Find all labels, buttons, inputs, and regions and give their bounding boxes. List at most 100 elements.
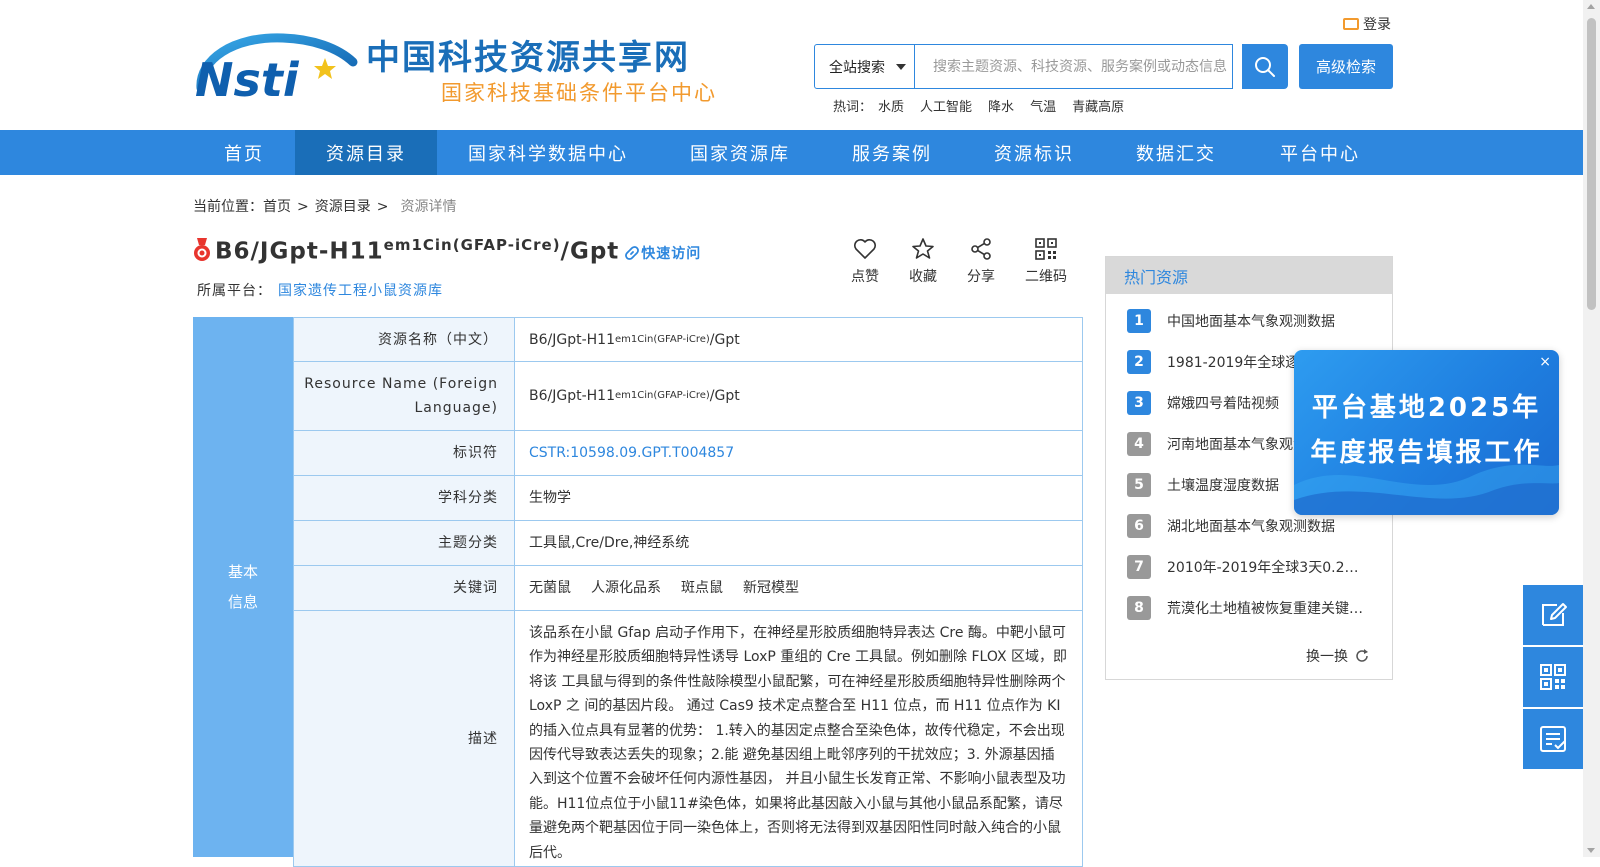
- page-scrollbar[interactable]: [1583, 0, 1600, 857]
- search-input[interactable]: [915, 45, 1232, 88]
- resource-actions: 点赞 收藏 分享 二维码: [836, 236, 1082, 286]
- table-row: 资源名称（中文） B6/JGpt-H11 em1Cin(GFAP-iCre)/Gp…: [294, 317, 1082, 362]
- nav-item-resource-bank[interactable]: 国家资源库: [659, 130, 821, 175]
- refresh-label: 换一换: [1306, 649, 1348, 665]
- hot-resource-name: 2010年-2019年全球3天0.25°…: [1167, 560, 1367, 576]
- login-label: 登录: [1363, 17, 1391, 33]
- keyword-tag[interactable]: 斑点鼠: [681, 576, 723, 600]
- hot-word-link[interactable]: 青藏高原: [1072, 96, 1124, 115]
- hot-resource-item[interactable]: 8 荒漠化土地植被恢复重建关键…: [1127, 596, 1367, 620]
- feedback-tool-button[interactable]: [1523, 585, 1583, 645]
- platform-info: 所属平台： 国家遗传工程小鼠资源库: [197, 280, 443, 300]
- nav-item-resource-identifier[interactable]: 资源标识: [963, 130, 1105, 175]
- login-link[interactable]: 登录: [1343, 14, 1391, 34]
- like-button[interactable]: 点赞: [836, 236, 894, 286]
- keyword-tag[interactable]: 人源化品系: [591, 576, 661, 600]
- nav-item-science-data-center[interactable]: 国家科学数据中心: [437, 130, 659, 175]
- hot-resource-item[interactable]: 7 2010年-2019年全球3天0.25°…: [1127, 555, 1367, 579]
- medal-icon: [194, 238, 210, 262]
- table-row: 学科分类 生物学: [294, 476, 1082, 521]
- identifier-link[interactable]: CSTR:10598.09.GPT.T004857: [514, 431, 1082, 475]
- rank-badge: 1: [1127, 309, 1151, 333]
- quick-access-link[interactable]: 快速访问: [625, 243, 701, 263]
- rank-badge: 4: [1127, 432, 1151, 456]
- hot-word-link[interactable]: 人工智能: [920, 96, 972, 115]
- announcement-line: 年度报告填报工作: [1310, 438, 1543, 468]
- breadcrumb-prefix: 当前位置：: [193, 199, 263, 215]
- nav-item-home[interactable]: 首页: [193, 130, 295, 175]
- nav-item-data-submission[interactable]: 数据汇交: [1105, 130, 1247, 175]
- hot-resource-name: 荒漠化土地植被恢复重建关键…: [1167, 601, 1363, 617]
- nav-item-resource-catalog[interactable]: 资源目录: [295, 130, 437, 175]
- share-icon: [971, 238, 991, 260]
- qrcode-button[interactable]: 二维码: [1010, 236, 1082, 286]
- qrcode-icon: [1540, 664, 1566, 690]
- search-button[interactable]: [1242, 44, 1288, 89]
- search-icon: [1255, 56, 1275, 77]
- refresh-button[interactable]: 换一换: [1306, 646, 1370, 666]
- site-title: 中国科技资源共享网: [366, 38, 690, 78]
- announcement-text: 平台基地2025年 年度报告填报工作: [1294, 386, 1559, 476]
- hot-resource-item[interactable]: 6 湖北地面基本气象观测数据: [1127, 514, 1367, 538]
- search-scope-select[interactable]: 全站搜索: [815, 45, 915, 88]
- survey-tool-button[interactable]: [1523, 709, 1583, 769]
- edit-icon: [1542, 603, 1567, 626]
- close-icon[interactable]: ×: [1539, 354, 1551, 370]
- chevron-down-icon: [896, 64, 906, 70]
- resource-title-main: B6/JGpt-H11: [215, 238, 384, 265]
- main-nav: 首页 资源目录 国家科学数据中心 国家资源库 服务案例 资源标识 数据汇交 平台…: [0, 130, 1600, 175]
- field-key: 资源名称（中文）: [294, 318, 514, 361]
- star-icon: [912, 238, 934, 259]
- resource-title: B6/JGpt-H11em1Cin(GFAP-iCre)/Gpt: [215, 236, 619, 265]
- name-cn-sup: em1Cin(GFAP-iCre): [614, 333, 710, 345]
- site-header: Nsti 中国科技资源共享网 国家科技基础条件平台中心 登录 全站搜索 高级检索…: [0, 0, 1600, 130]
- field-key: Resource Name (Foreign Language): [294, 362, 514, 430]
- field-value: 生物学: [514, 476, 1082, 520]
- link-icon: [625, 246, 640, 261]
- keyword-tag[interactable]: 新冠模型: [743, 576, 799, 600]
- scroll-up-arrow-icon[interactable]: [1587, 4, 1595, 9]
- hot-word-link[interactable]: 降水: [988, 96, 1014, 115]
- breadcrumb-current: 资源详情: [400, 199, 457, 215]
- favorite-label: 收藏: [909, 269, 937, 285]
- breadcrumb: 当前位置：首页 > 资源目录 > 资源详情: [193, 196, 456, 216]
- field-value: B6/JGpt-H11 em1Cin(GFAP-iCre)/Gpt: [514, 318, 1082, 361]
- field-value: B6/JGpt-H11 em1Cin(GFAP-iCre)/Gpt: [514, 362, 1082, 430]
- hot-resources-title: 热门资源: [1106, 257, 1392, 294]
- site-logo[interactable]: Nsti 中国科技资源共享网 国家科技基础条件平台中心: [193, 30, 733, 110]
- resource-title-sup: em1Cin(GFAP-iCre): [383, 236, 561, 254]
- breadcrumb-link[interactable]: 首页: [263, 199, 291, 215]
- announcement-line: 平台基地2025年: [1311, 393, 1542, 423]
- scroll-down-arrow-icon[interactable]: [1587, 848, 1595, 853]
- breadcrumb-link[interactable]: 资源目录: [315, 199, 371, 215]
- checklist-icon: [1540, 726, 1566, 752]
- nsti-logo-icon: Nsti: [195, 33, 358, 100]
- scrollbar-thumb[interactable]: [1587, 18, 1596, 310]
- basic-info-section: 基本信息 资源名称（中文） B6/JGpt-H11 em1Cin(GFAP-iCr…: [193, 317, 1083, 867]
- advanced-search-button[interactable]: 高级检索: [1299, 44, 1393, 89]
- hot-resource-item[interactable]: 1 中国地面基本气象观测数据: [1127, 309, 1367, 333]
- field-key: 描述: [294, 611, 514, 866]
- monitor-icon: [1343, 18, 1359, 30]
- hot-resource-name: 中国地面基本气象观测数据: [1167, 314, 1335, 330]
- field-key: 标识符: [294, 431, 514, 475]
- hot-word-link[interactable]: 水质: [878, 96, 904, 115]
- field-key: 关键词: [294, 566, 514, 610]
- platform-label: 所属平台：: [197, 283, 272, 299]
- platform-link[interactable]: 国家遗传工程小鼠资源库: [278, 283, 443, 299]
- hot-word-link[interactable]: 气温: [1030, 96, 1056, 115]
- rank-badge: 8: [1127, 596, 1151, 620]
- nav-item-platform-center[interactable]: 平台中心: [1247, 130, 1393, 175]
- favorite-button[interactable]: 收藏: [894, 236, 952, 286]
- share-button[interactable]: 分享: [952, 236, 1010, 286]
- table-row: Resource Name (Foreign Language) B6/JGpt…: [294, 362, 1082, 431]
- basic-info-table: 资源名称（中文） B6/JGpt-H11 em1Cin(GFAP-iCre)/Gp…: [293, 317, 1083, 867]
- rank-badge: 3: [1127, 391, 1151, 415]
- keyword-tag[interactable]: 无菌鼠: [529, 576, 571, 600]
- table-row: 关键词 无菌鼠 人源化品系 斑点鼠 新冠模型: [294, 566, 1082, 611]
- search-bar: 全站搜索: [814, 44, 1233, 89]
- qrcode-tool-button[interactable]: [1523, 647, 1583, 707]
- announcement-popup[interactable]: 平台基地2025年 年度报告填报工作 ×: [1294, 350, 1559, 515]
- field-key: 主题分类: [294, 521, 514, 565]
- nav-item-service-cases[interactable]: 服务案例: [821, 130, 963, 175]
